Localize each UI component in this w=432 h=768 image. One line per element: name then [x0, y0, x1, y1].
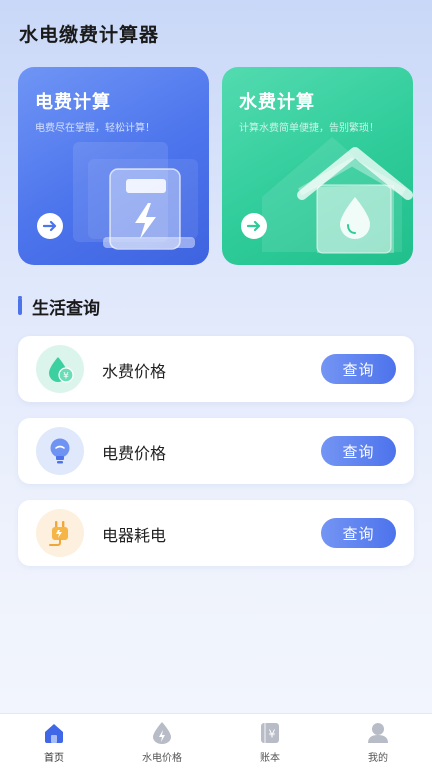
svg-text:¥: ¥ [269, 728, 276, 741]
list-item-water-price[interactable]: ¥ 水费价格 查询 [18, 336, 414, 402]
svg-text:¥: ¥ [63, 372, 69, 382]
list-item-label: 电器耗电 [102, 526, 167, 545]
electric-card-subtitle: 电费尽在掌握，轻松计算！ [35, 123, 155, 134]
tab-profile[interactable]: 我的 [324, 714, 432, 768]
water-card-subtitle: 计算水费简单便捷，告别繁琐！ [239, 123, 379, 134]
tab-prices[interactable]: 水电价格 [108, 714, 216, 768]
water-calc-card[interactable]: 水费计算 计算水费简单便捷，告别繁琐！ [222, 67, 413, 265]
lightbulb-icon [36, 427, 84, 475]
tab-label: 账本 [260, 753, 280, 764]
section-title: 生活查询 [32, 299, 100, 319]
tab-label: 首页 [44, 753, 64, 764]
section-header: 生活查询 [18, 294, 100, 319]
list-item-label: 电费价格 [102, 444, 167, 463]
water-drop-yuan-icon: ¥ [36, 345, 84, 393]
query-water-price-button[interactable]: 查询 [321, 354, 396, 384]
water-card-arrow-button[interactable] [241, 213, 267, 239]
tab-label: 我的 [368, 753, 388, 764]
electric-calc-card[interactable]: 电费计算 电费尽在掌握，轻松计算！ [18, 67, 209, 265]
bottom-tab-bar: 首页 水电价格 ¥ 账本 我的 [0, 713, 432, 768]
query-appliance-power-button[interactable]: 查询 [321, 518, 396, 548]
electric-card-title: 电费计算 [35, 92, 111, 113]
tab-label: 水电价格 [142, 753, 182, 764]
plug-icon [36, 509, 84, 557]
tab-ledger[interactable]: ¥ 账本 [216, 714, 324, 768]
user-icon [366, 722, 390, 744]
query-electric-price-button[interactable]: 查询 [321, 436, 396, 466]
list-item-appliance-power[interactable]: 电器耗电 查询 [18, 500, 414, 566]
arrow-right-icon [43, 220, 57, 232]
electric-card-arrow-button[interactable] [37, 213, 63, 239]
section-accent-bar [18, 296, 22, 315]
list-item-electric-price[interactable]: 电费价格 查询 [18, 418, 414, 484]
drop-bolt-icon [150, 722, 174, 744]
home-icon [42, 722, 66, 744]
app-title: 水电缴费计算器 [19, 24, 160, 46]
list-item-label: 水费价格 [102, 362, 167, 381]
tab-home[interactable]: 首页 [0, 714, 108, 768]
arrow-right-icon [247, 220, 261, 232]
ledger-yuan-icon: ¥ [258, 722, 282, 744]
water-card-title: 水费计算 [239, 92, 315, 113]
